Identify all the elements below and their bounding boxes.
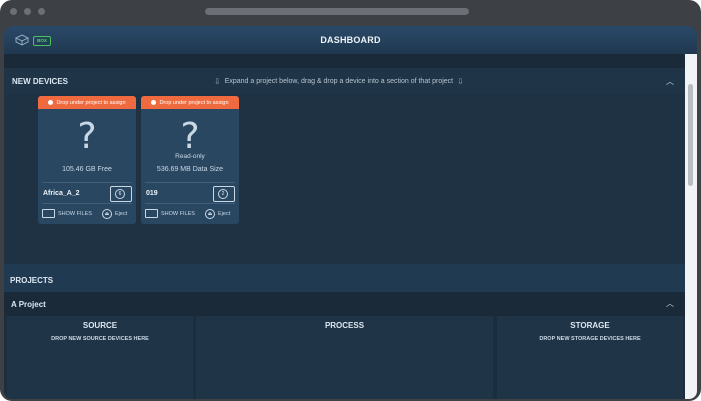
minimize-window-dot[interactable]	[24, 8, 31, 15]
warning-icon	[151, 100, 157, 105]
projects-title: PROJECTS	[10, 276, 54, 285]
device-info: 536.69 MB Data Size	[156, 166, 224, 173]
projects-header: PROJECTS	[4, 264, 685, 292]
divider	[42, 182, 132, 183]
collapse-new-devices-icon[interactable]: ︿	[666, 76, 674, 87]
new-devices-instruction: ⇩ Expand a project below, drag & drop a …	[214, 77, 464, 86]
drive-number: 2	[218, 189, 228, 199]
address-bar[interactable]	[205, 8, 469, 15]
section-title: STORAGE	[570, 321, 610, 330]
eject-button[interactable]: ⏏ Eject	[102, 209, 127, 219]
device-info: 105.46 GB Free	[62, 166, 112, 173]
project-name: A Project	[11, 300, 46, 309]
unknown-device-icon: ?	[180, 116, 200, 157]
browser-window: BOX DASHBOARD NEW DEVICES ⇩ Expand a pro…	[0, 0, 701, 401]
source-section[interactable]: SOURCE DROP NEW SOURCE DEVICES HERE	[7, 316, 193, 399]
device-card[interactable]: Drop under project to assign ? 105.46 GB…	[38, 96, 136, 224]
arrow-down-icon: ⇩	[457, 77, 464, 86]
section-drop-hint: DROP NEW SOURCE DEVICES HERE	[51, 336, 149, 342]
drive-icon: 2	[213, 186, 235, 202]
divider	[145, 203, 235, 204]
window-controls	[10, 8, 45, 15]
folder-icon	[145, 209, 158, 218]
new-devices-title: NEW DEVICES	[12, 77, 69, 86]
project-header[interactable]: A Project ︿	[4, 292, 685, 316]
top-bar: BOX DASHBOARD	[4, 26, 697, 54]
show-files-button[interactable]: SHOW FILES	[42, 209, 92, 218]
unknown-device-icon: ?	[77, 116, 97, 157]
show-files-button[interactable]: SHOW FILES	[145, 209, 195, 218]
drive-number: 6	[115, 189, 125, 199]
collapse-project-icon[interactable]: ︿	[666, 298, 674, 309]
header-strip	[4, 54, 685, 68]
scrollbar-thumb[interactable]	[688, 84, 693, 186]
page-title: DASHBOARD	[320, 35, 381, 45]
instruction-text: Expand a project below, drag & drop a de…	[224, 78, 454, 85]
drop-warning-banner: Drop under project to assign	[38, 96, 136, 109]
eject-button[interactable]: ⏏ Eject	[205, 209, 230, 219]
warning-icon	[48, 100, 54, 105]
process-section[interactable]: PROCESS	[196, 316, 493, 399]
maximize-window-dot[interactable]	[38, 8, 45, 15]
section-drop-hint: DROP NEW STORAGE DEVICES HERE	[539, 336, 641, 342]
device-card[interactable]: Drop under project to assign ? Read-only…	[141, 96, 239, 224]
close-window-dot[interactable]	[10, 8, 17, 15]
eject-icon: ⏏	[102, 209, 112, 219]
eject-icon: ⏏	[205, 209, 215, 219]
dashboard-app: BOX DASHBOARD NEW DEVICES ⇩ Expand a pro…	[4, 26, 697, 399]
folder-icon	[42, 209, 55, 218]
section-title: PROCESS	[324, 321, 365, 330]
arrow-down-icon: ⇩	[214, 77, 221, 86]
drive-icon: 6	[110, 186, 132, 202]
device-name: Africa_A_2	[43, 190, 80, 197]
storage-section[interactable]: STORAGE DROP NEW STORAGE DEVICES HERE	[497, 316, 683, 399]
device-name: 019	[146, 190, 158, 197]
drop-warning-banner: Drop under project to assign	[141, 96, 239, 109]
divider	[145, 182, 235, 183]
new-devices-header[interactable]: NEW DEVICES ⇩ Expand a project below, dr…	[4, 68, 685, 94]
section-title: SOURCE	[82, 321, 118, 330]
main-content: NEW DEVICES ⇩ Expand a project below, dr…	[4, 54, 685, 399]
divider	[42, 203, 132, 204]
read-only-label: Read-only	[175, 153, 205, 160]
